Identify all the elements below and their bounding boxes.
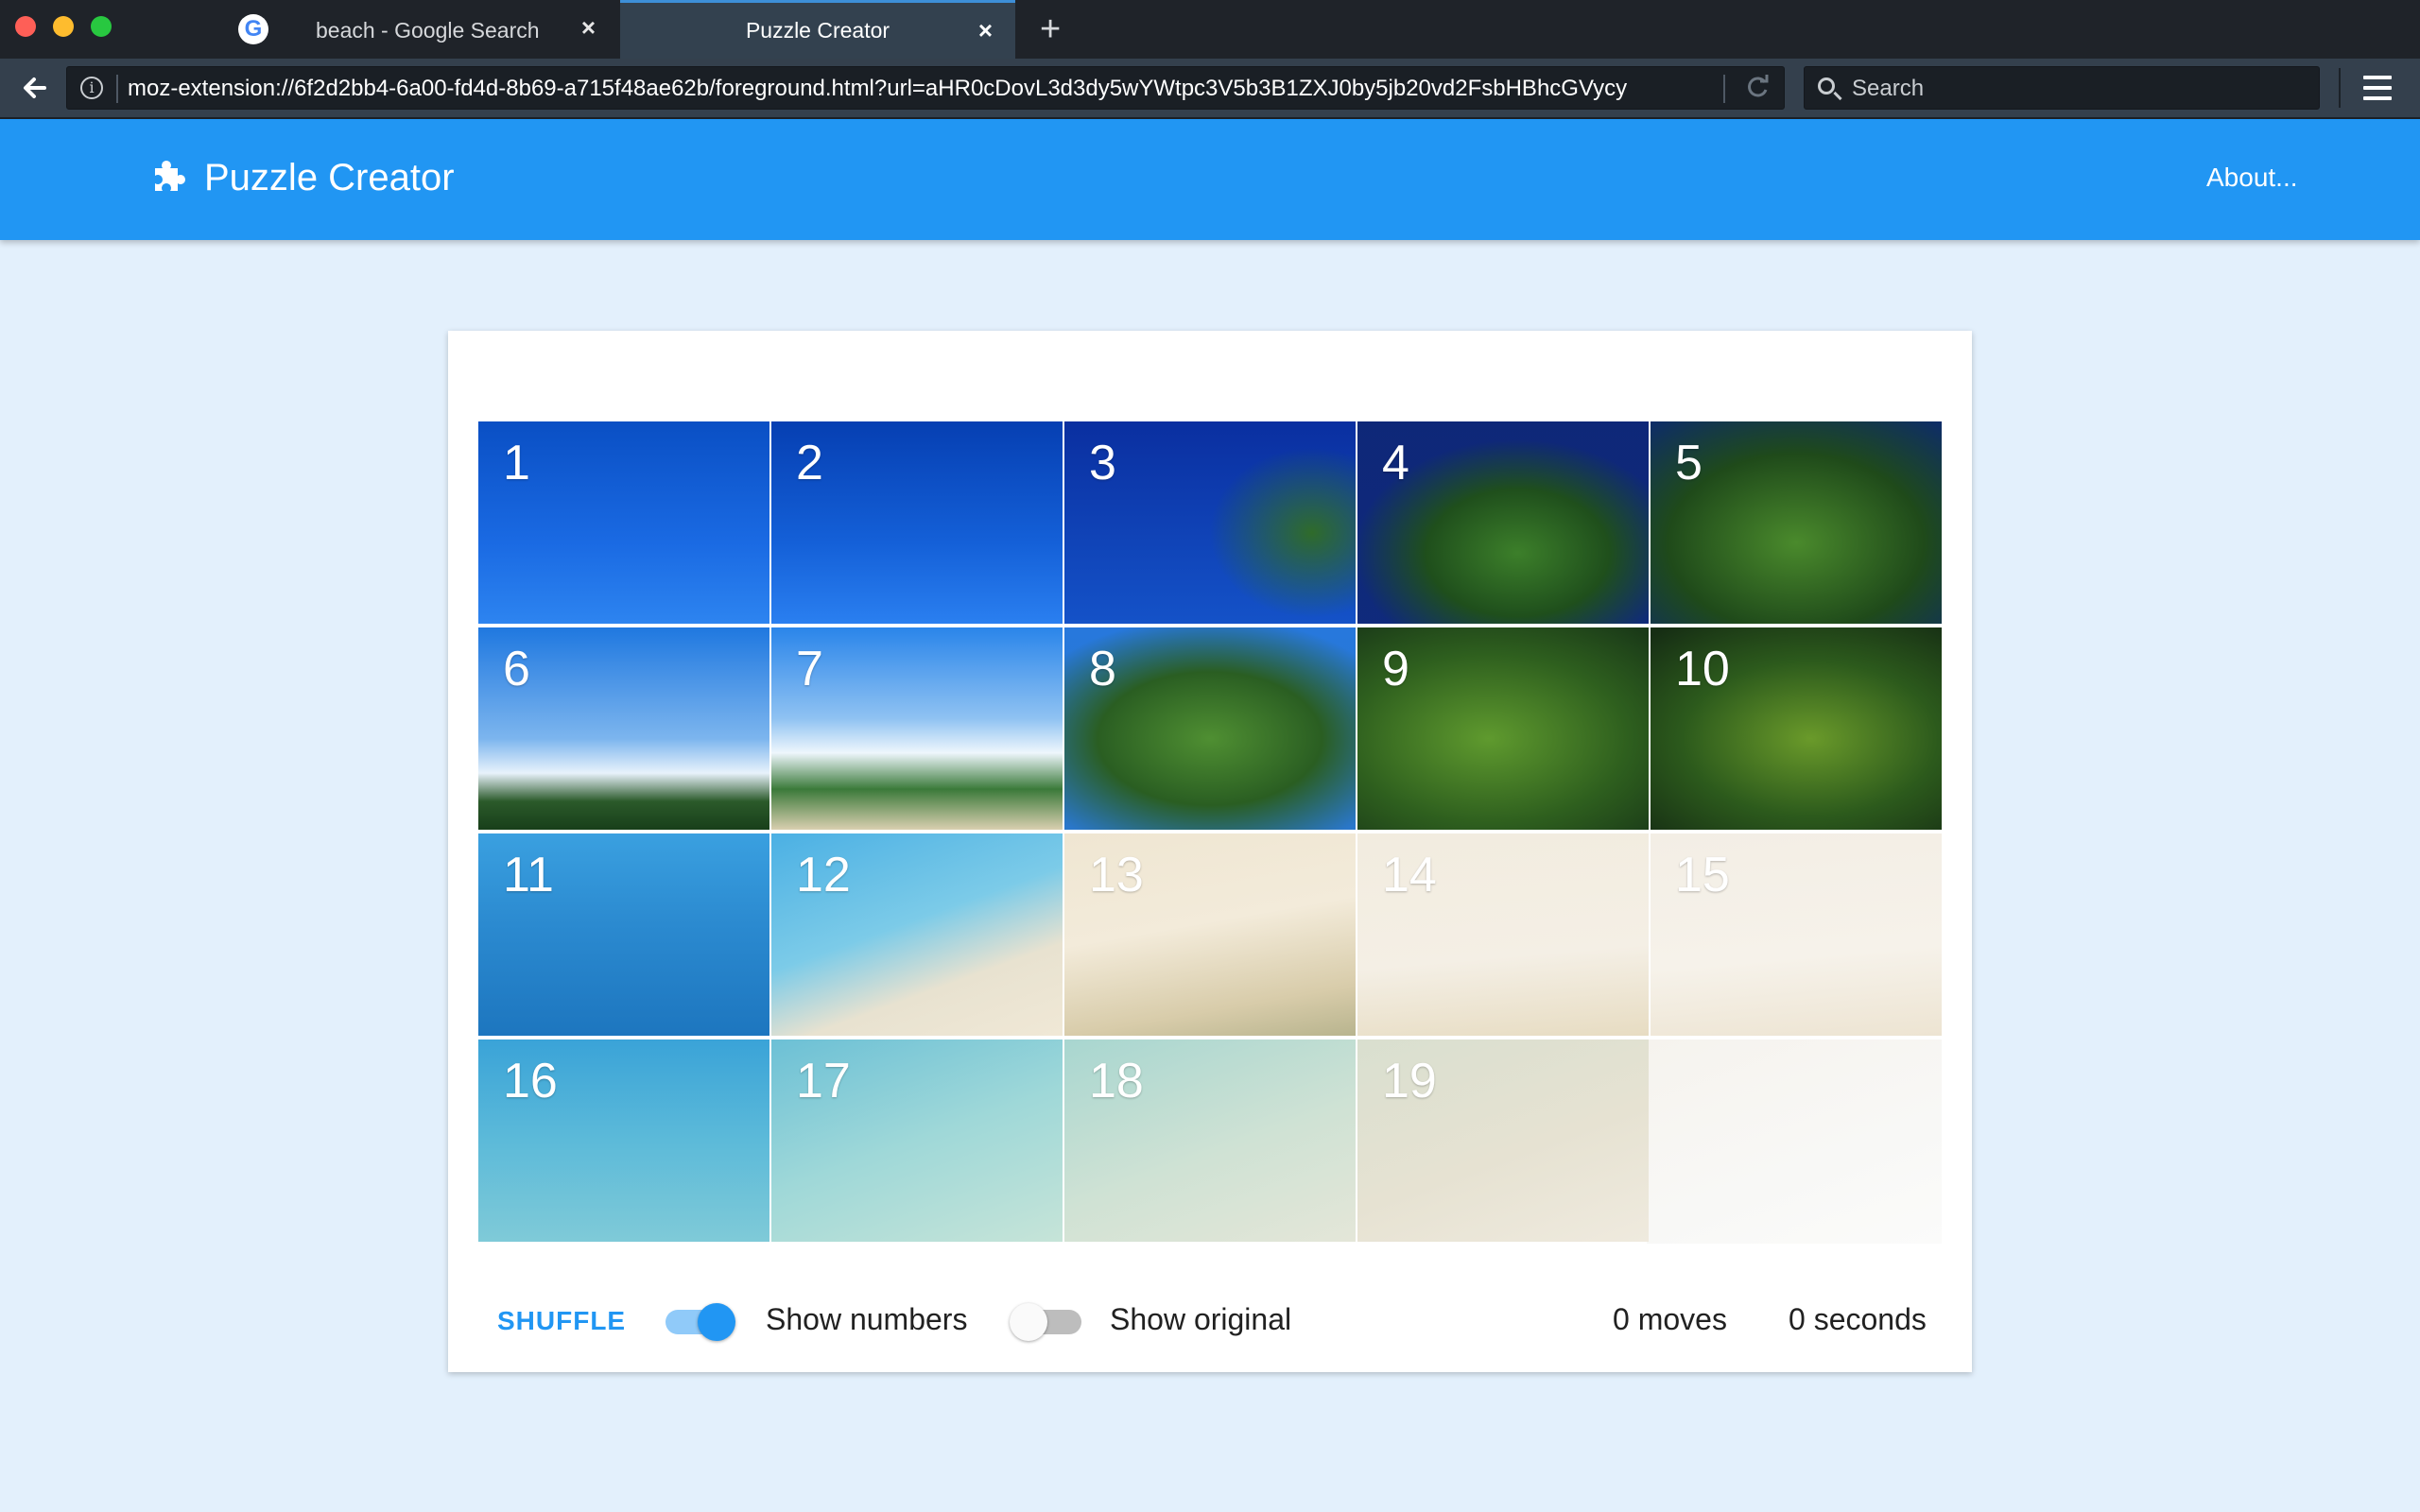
url-separator	[116, 75, 118, 103]
puzzle-tile[interactable]: 9	[1357, 627, 1649, 830]
moves-counter: 0 moves	[1613, 1302, 1727, 1336]
empty-tile-slot	[1647, 1040, 1942, 1244]
toggle-knob[interactable]	[1010, 1303, 1047, 1341]
puzzle-piece-icon	[155, 161, 185, 191]
url-bar[interactable]: i moz-extension://6f2d2bb4-6a00-fd4d-8b6…	[66, 66, 1785, 110]
search-bar[interactable]: Search	[1804, 66, 2320, 110]
tile-number: 13	[1089, 848, 1144, 902]
show-original-toggle[interactable]	[1010, 1303, 1081, 1341]
tile-number: 3	[1089, 436, 1116, 490]
show-numbers-toggle[interactable]	[666, 1303, 735, 1341]
tile-number: 16	[503, 1054, 558, 1108]
puzzle-tile[interactable]: 3	[1064, 421, 1356, 624]
tile-number: 12	[796, 848, 851, 902]
puzzle-tile[interactable]: 15	[1651, 833, 1942, 1036]
search-icon	[1818, 77, 1835, 94]
tile-number: 8	[1089, 642, 1116, 696]
tile-number: 2	[796, 436, 823, 490]
puzzle-tile[interactable]: 7	[771, 627, 1063, 830]
puzzle-tile[interactable]: 12	[771, 833, 1063, 1036]
search-placeholder: Search	[1852, 76, 1925, 101]
puzzle-tile[interactable]: 8	[1064, 627, 1356, 830]
tile-number: 1	[503, 436, 530, 490]
tile-number: 10	[1675, 642, 1730, 696]
puzzle-tile[interactable]: 5	[1651, 421, 1942, 624]
hamburger-menu-icon[interactable]	[2339, 68, 2407, 108]
puzzle-card: 1 2 3 4 5 6 7 8 9 10 11 12 13 14 15 16 17 18 19 SHUFFLE Sh…	[448, 331, 1972, 1372]
puzzle-tile[interactable]: 13	[1064, 833, 1356, 1036]
toggle-knob[interactable]	[698, 1303, 735, 1341]
tile-number: 17	[796, 1054, 851, 1108]
tile-number: 6	[503, 642, 530, 696]
tile-number: 18	[1089, 1054, 1144, 1108]
puzzle-controls: SHUFFLE Show numbers Show original 0 mov…	[448, 1276, 1972, 1370]
back-button[interactable]	[11, 66, 57, 110]
zoom-window-button[interactable]	[91, 16, 112, 37]
tab-title: Puzzle Creator	[745, 18, 890, 43]
tile-number: 4	[1382, 436, 1409, 490]
show-numbers-label: Show numbers	[766, 1302, 968, 1336]
url-separator	[1723, 75, 1725, 103]
navigation-toolbar: i moz-extension://6f2d2bb4-6a00-fd4d-8b6…	[0, 59, 2420, 119]
new-tab-button[interactable]: +	[1040, 8, 1061, 51]
tile-number: 9	[1382, 642, 1409, 696]
back-arrow-icon	[24, 77, 46, 98]
puzzle-tile[interactable]: 17	[771, 1040, 1063, 1242]
tab-puzzle-creator[interactable]: Puzzle Creator ×	[620, 0, 1015, 59]
tile-number: 15	[1675, 848, 1730, 902]
close-tab-icon[interactable]: ×	[978, 16, 993, 45]
tile-number: 19	[1382, 1054, 1437, 1108]
tile-number: 7	[796, 642, 823, 696]
close-tab-icon[interactable]: ×	[581, 13, 596, 43]
about-link[interactable]: About...	[2206, 163, 2298, 193]
url-text[interactable]: moz-extension://6f2d2bb4-6a00-fd4d-8b69-…	[128, 76, 1735, 102]
show-original-label: Show original	[1110, 1302, 1292, 1336]
puzzle-board: 1 2 3 4 5 6 7 8 9 10 11 12 13 14 15 16 17 18 19	[478, 421, 1942, 1244]
puzzle-tile[interactable]: 10	[1651, 627, 1942, 830]
puzzle-tile[interactable]: 2	[771, 421, 1063, 624]
puzzle-tile[interactable]: 11	[478, 833, 769, 1036]
tile-number: 14	[1382, 848, 1437, 902]
close-window-button[interactable]	[15, 16, 36, 37]
puzzle-tile[interactable]: 18	[1064, 1040, 1356, 1242]
shuffle-button[interactable]: SHUFFLE	[497, 1306, 626, 1336]
tile-number: 11	[503, 848, 554, 902]
google-icon: G	[238, 14, 268, 44]
puzzle-tile[interactable]: 4	[1357, 421, 1649, 624]
tab-strip: G beach - Google Search × Puzzle Creator…	[0, 0, 2420, 59]
tab-google-search[interactable]: G beach - Google Search ×	[217, 0, 618, 59]
info-icon[interactable]: i	[80, 77, 103, 99]
reload-icon[interactable]	[1744, 71, 1771, 110]
tile-number: 5	[1675, 436, 1703, 490]
puzzle-tile[interactable]: 14	[1357, 833, 1649, 1036]
seconds-timer: 0 seconds	[1789, 1302, 1927, 1336]
tab-title: beach - Google Search	[316, 18, 540, 43]
puzzle-tile[interactable]: 19	[1357, 1040, 1649, 1242]
puzzle-tile[interactable]: 6	[478, 627, 769, 830]
puzzle-tile[interactable]: 1	[478, 421, 769, 624]
puzzle-tile[interactable]: 16	[478, 1040, 769, 1242]
app-title: Puzzle Creator	[204, 157, 455, 198]
minimize-window-button[interactable]	[53, 16, 74, 37]
app-header: Puzzle Creator About...	[0, 119, 2420, 240]
